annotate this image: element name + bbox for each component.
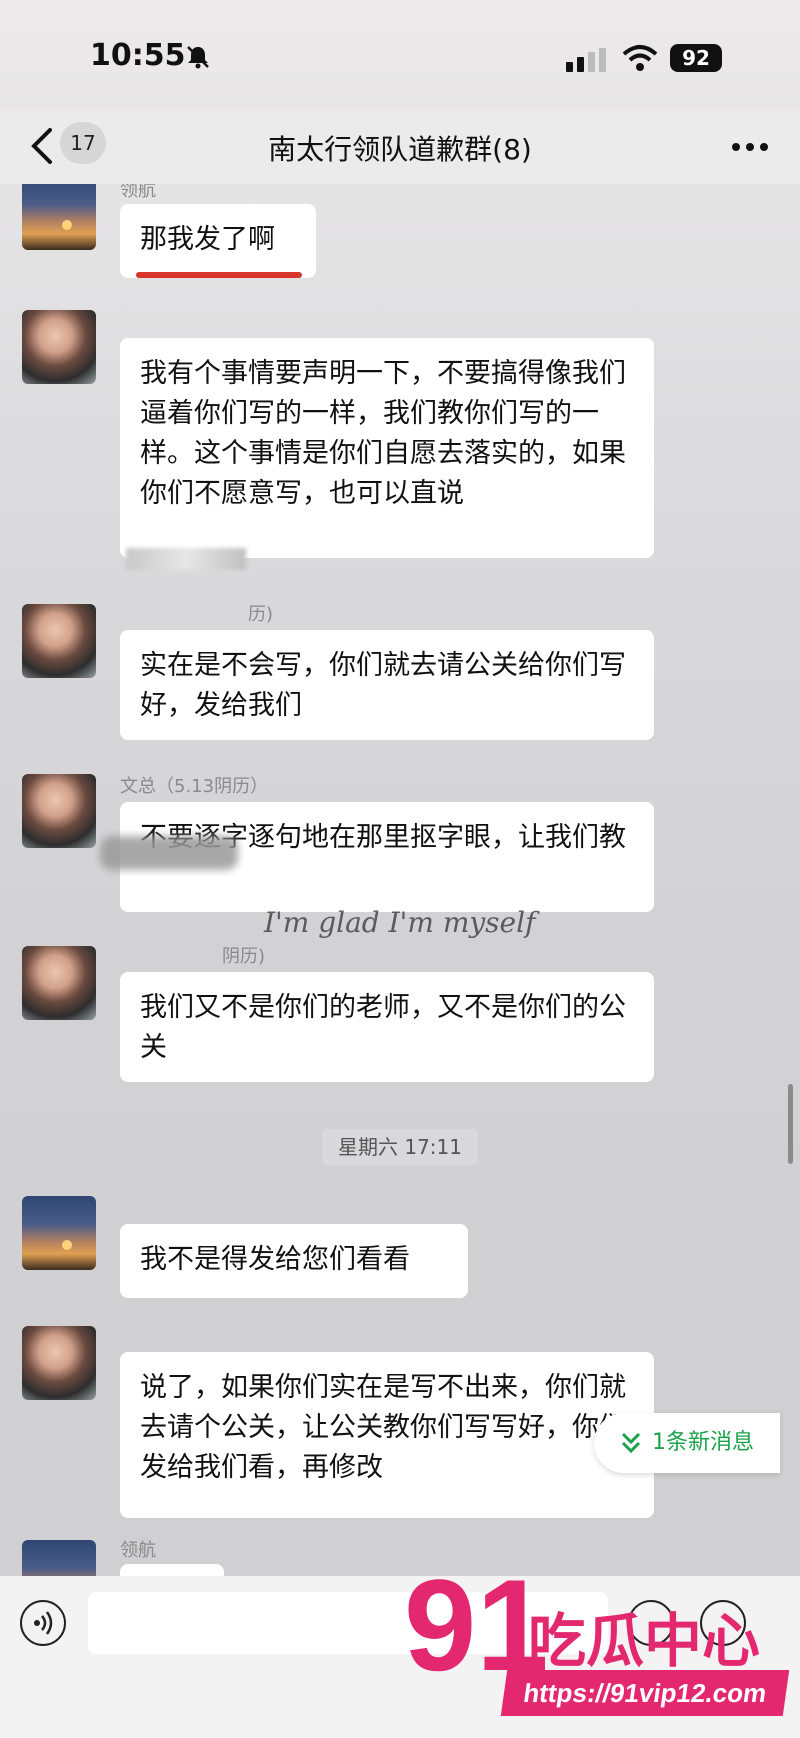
message-bubble[interactable] xyxy=(120,1564,224,1576)
wifi-icon xyxy=(622,45,658,71)
avatar[interactable] xyxy=(22,1326,96,1400)
status-time: 10:55 xyxy=(90,38,186,73)
scroll-indicator[interactable] xyxy=(788,1084,793,1164)
double-chevron-down-icon xyxy=(621,1432,641,1454)
watermark-url: https://91vip12.com xyxy=(500,1670,790,1716)
status-bar: 10:55 92 xyxy=(0,0,800,110)
message-bubble[interactable]: 实在是不会写，你们就去请公关给你们写好，发给我们 xyxy=(120,630,654,740)
new-message-label: 1条新消息 xyxy=(652,1430,754,1455)
more-icon[interactable] xyxy=(730,134,770,160)
message-bubble[interactable]: 我们又不是你们的老师，又不是你们的公关 xyxy=(120,972,654,1082)
avatar[interactable] xyxy=(22,604,96,678)
watermark-text: 吃瓜中心 xyxy=(528,1607,761,1675)
signal-icon xyxy=(566,48,606,72)
message-bubble[interactable]: 我有个事情要声明一下，不要搞得像我们逼着你们写的一样，我们教你们写的一样。这个事… xyxy=(120,338,654,558)
battery-icon: 92 xyxy=(670,44,722,72)
watermark: 91 吃瓜中心 https://91vip12.com xyxy=(404,1560,800,1738)
message-bubble[interactable]: 我不是得发给您们看看 xyxy=(120,1224,468,1298)
avatar[interactable] xyxy=(22,774,96,848)
sender-name: 领航 xyxy=(120,184,156,201)
overlay-caption: I'm glad I'm myself xyxy=(264,906,536,939)
redacted-name xyxy=(100,836,238,870)
sender-name: 领航 xyxy=(120,1540,156,1561)
new-message-pill[interactable]: 1条新消息 xyxy=(594,1413,780,1473)
sender-name: 文总（5.13阴历） xyxy=(120,776,269,797)
voice-icon[interactable] xyxy=(20,1600,66,1646)
avatar[interactable] xyxy=(22,1196,96,1270)
bell-slash-icon xyxy=(187,46,209,69)
message-bubble[interactable]: 说了，如果你们实在是写不出来，你们就去请个公关，让公关教你们写写好，你们发给我们… xyxy=(120,1352,654,1518)
avatar[interactable] xyxy=(22,1540,96,1576)
chat-area[interactable]: 领航 那我发了啊 我有个事情要声明一下，不要搞得像我们逼着你们写的一样，我们教你… xyxy=(0,184,800,1576)
group-title: 南太行领队道歉群(8) xyxy=(268,133,532,166)
avatar[interactable] xyxy=(22,946,96,1020)
message-bubble[interactable]: 那我发了啊 xyxy=(120,204,316,278)
sender-name: 阴历) xyxy=(222,946,266,967)
avatar[interactable] xyxy=(22,310,96,384)
redacted-name xyxy=(126,548,246,570)
date-separator: 星期六 17:11 xyxy=(322,1129,478,1165)
sender-name: 历) xyxy=(248,604,274,625)
avatar[interactable] xyxy=(22,184,96,250)
annotation-line xyxy=(136,272,302,278)
chat-header: 17 南太行领队道歉群(8) xyxy=(0,110,800,184)
